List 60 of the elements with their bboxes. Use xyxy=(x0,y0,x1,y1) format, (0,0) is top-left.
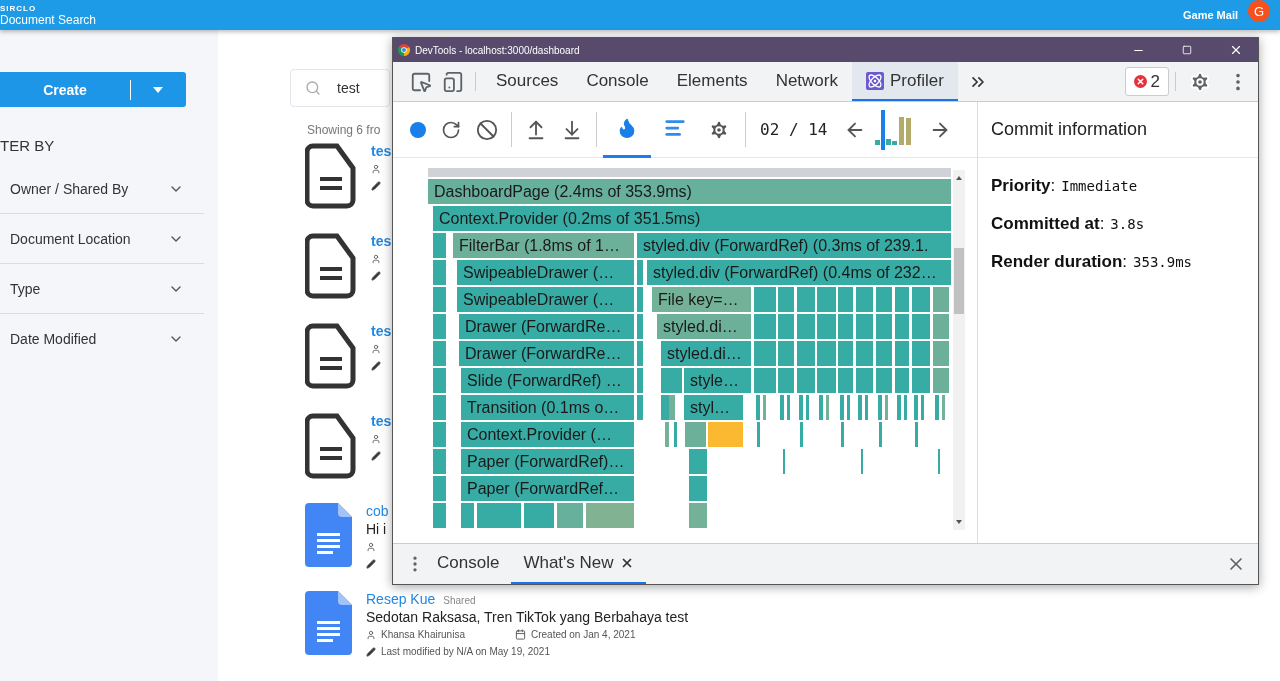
drawer-tab[interactable]: What's New xyxy=(511,544,646,584)
owner-name: Khansa Khairunisa xyxy=(381,629,465,640)
flame-bar[interactable]: Drawer (ForwardRe… xyxy=(459,341,634,366)
filter-accordion[interactable]: Document Location xyxy=(0,214,204,264)
flame-bar[interactable]: Transition (0.1ms o… xyxy=(461,395,634,420)
panel-tab[interactable]: Network xyxy=(761,62,852,101)
document-excerpt: Sedotan Raksasa, Tren TikTok yang Berbahaya test xyxy=(366,609,689,625)
flame-bar[interactable]: File key=… xyxy=(652,287,751,312)
flame-bar[interactable]: Context.Provider (… xyxy=(461,422,634,447)
flame-bar[interactable]: styled.div (ForwardRef) (0.3ms of 239.1. xyxy=(637,233,951,258)
filter-accordion[interactable]: Date Modified xyxy=(0,314,204,364)
filter-heading: TER BY xyxy=(0,137,56,154)
flame-bar[interactable]: SwipeableDrawer (… xyxy=(457,287,634,312)
document-title-link[interactable]: tes xyxy=(371,143,392,159)
detail-label: Render duration: xyxy=(991,252,1128,272)
flame-bar[interactable]: styled.div (ForwardRef) (0.4ms of 232… xyxy=(647,260,951,285)
commit-counter: 02 / 14 xyxy=(760,120,828,139)
flame-bar[interactable]: Context.Provider (0.2ms of 351.5ms) xyxy=(433,206,951,231)
results-summary: Showing 6 fro xyxy=(307,123,381,137)
detail-value: 353.9ms xyxy=(1133,254,1193,270)
flame-bar[interactable]: DashboardPage (2.4ms of 353.9ms) xyxy=(428,179,951,204)
detail-value: 3.8s xyxy=(1110,216,1145,232)
flame-bar[interactable]: SwipeableDrawer (… xyxy=(457,260,634,285)
search-field[interactable]: test xyxy=(290,69,390,107)
flame-bar[interactable]: style… xyxy=(684,368,751,393)
created-date: Created on Jan 4, 2021 xyxy=(530,629,636,640)
document-title-link[interactable]: tes xyxy=(371,233,392,249)
document-title-link[interactable]: tes xyxy=(371,413,392,429)
user-avatar[interactable]: G xyxy=(1248,0,1270,22)
panel-tab[interactable]: Sources xyxy=(482,62,573,101)
error-count-badge[interactable]: 2 xyxy=(1124,67,1169,96)
flame-bar[interactable]: Slide (ForwardRef) … xyxy=(461,368,634,393)
filter-accordion[interactable]: Owner / Shared By xyxy=(0,164,204,214)
user-name: Game Mail xyxy=(1182,9,1238,21)
panel-tab[interactable]: Elements xyxy=(662,62,762,101)
drawer-tab[interactable]: Console xyxy=(425,544,512,584)
panel-tab[interactable]: Profiler xyxy=(852,62,958,101)
flame-bar[interactable]: Drawer (ForwardRe… xyxy=(459,314,634,339)
panel-tab[interactable]: Console xyxy=(572,62,663,101)
create-button[interactable]: Create xyxy=(0,72,186,107)
document-title-link[interactable]: tes xyxy=(371,323,392,339)
detail-value: Immediate xyxy=(1061,178,1138,194)
flame-bar[interactable]: Paper (ForwardRef)… xyxy=(461,449,634,474)
flame-bar[interactable]: styled.di… xyxy=(657,314,751,339)
window-title: DevTools - localhost:3000/dashboard xyxy=(415,44,581,56)
filter-accordion[interactable]: Type xyxy=(0,264,204,314)
detail-label: Priority: xyxy=(991,176,1056,196)
flame-bar[interactable]: styl… xyxy=(684,395,743,420)
document-title-link[interactable]: Resep Kue xyxy=(366,591,436,607)
document-excerpt: Hi i xyxy=(366,521,388,537)
detail-label: Committed at: xyxy=(991,214,1105,234)
app-title: Document Search xyxy=(0,13,97,26)
modified-info: Last modified by N/A on May 19, 2021 xyxy=(381,646,550,657)
shared-label: Shared xyxy=(443,595,476,606)
commit-info-title: Commit information xyxy=(978,102,1258,158)
flame-bar[interactable]: Paper (ForwardRef… xyxy=(461,476,634,501)
brand-name: SIRCLO xyxy=(0,4,38,13)
flame-bar[interactable]: styled.di… xyxy=(661,341,751,366)
flame-bar[interactable]: FilterBar (1.8ms of 1… xyxy=(453,233,634,258)
document-title-link[interactable]: cob xyxy=(366,503,389,519)
